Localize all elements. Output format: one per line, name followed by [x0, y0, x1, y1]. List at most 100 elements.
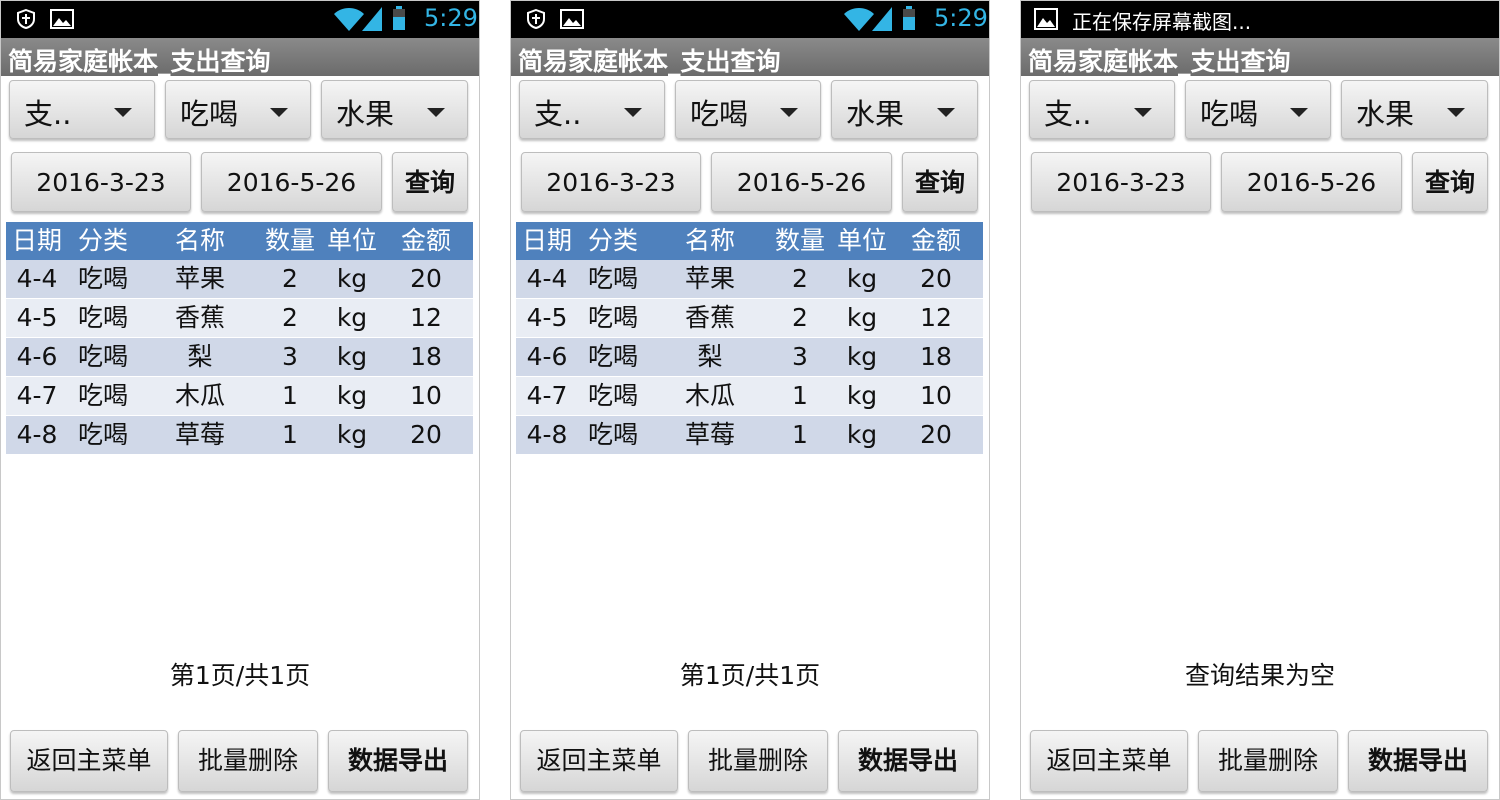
- export-label: 数据导出: [1367, 746, 1468, 775]
- dropdown-arrow-icon: [780, 108, 798, 117]
- table-row[interactable]: 4-7 吃喝 木瓜 1 kg 10: [6, 377, 473, 415]
- start-date-label: 2016-3-23: [36, 168, 166, 197]
- cell-unit: kg: [846, 381, 878, 410]
- batch-delete-button[interactable]: 批量删除: [1198, 730, 1338, 792]
- cell-amount: 12: [920, 303, 952, 332]
- start-date-button[interactable]: 2016-3-23: [521, 152, 701, 212]
- type-spinner-value: 支..: [24, 97, 72, 131]
- item-spinner-value: 水果: [846, 97, 905, 131]
- image-icon: [50, 9, 74, 29]
- table-row[interactable]: 4-4 吃喝 苹果 2 kg 20: [6, 260, 473, 298]
- start-date-button[interactable]: 2016-3-23: [11, 152, 191, 212]
- dropdown-arrow-icon: [624, 108, 642, 117]
- table-row[interactable]: 4-7 吃喝 木瓜 1 kg 10: [516, 377, 983, 415]
- cell-quantity: 1: [792, 381, 808, 410]
- end-date-label: 2016-5-26: [226, 168, 357, 197]
- item-spinner[interactable]: 水果: [321, 80, 468, 139]
- export-button[interactable]: 数据导出: [328, 730, 468, 792]
- cell-quantity: 2: [282, 264, 298, 293]
- end-date-button[interactable]: 2016-5-26: [201, 152, 382, 212]
- back-to-menu-label: 返回主菜单: [1046, 746, 1172, 775]
- header-name: 名称: [174, 226, 225, 255]
- header-name: 名称: [684, 226, 735, 255]
- status-bar: 5:29: [510, 0, 990, 38]
- page-info: 第1页/共1页: [169, 661, 311, 690]
- page-info: 第1页/共1页: [679, 661, 821, 690]
- cell-unit: kg: [846, 420, 878, 449]
- cell-name: 梨: [697, 342, 723, 371]
- query-button[interactable]: 查询: [902, 152, 978, 212]
- back-to-menu-button[interactable]: 返回主菜单: [520, 730, 678, 792]
- table-row[interactable]: 4-6 吃喝 梨 3 kg 18: [516, 338, 983, 376]
- table-row[interactable]: 4-4 吃喝 苹果 2 kg 20: [516, 260, 983, 298]
- table-row[interactable]: 4-5 吃喝 香蕉 2 kg 12: [6, 299, 473, 337]
- category-spinner-value: 吃喝: [690, 97, 749, 131]
- table-row[interactable]: 4-5 吃喝 香蕉 2 kg 12: [516, 299, 983, 337]
- type-spinner[interactable]: 支..: [519, 80, 665, 139]
- batch-delete-label: 批量删除: [707, 746, 808, 775]
- cell-name: 苹果: [174, 264, 225, 293]
- batch-delete-button[interactable]: 批量删除: [178, 730, 318, 792]
- cell-name: 草莓: [174, 420, 225, 449]
- category-spinner[interactable]: 吃喝: [1185, 80, 1331, 139]
- end-date-button[interactable]: 2016-5-26: [711, 152, 892, 212]
- cell-amount: 20: [410, 264, 442, 293]
- cell-category: 吃喝: [587, 381, 638, 410]
- cell-name: 草莓: [684, 420, 735, 449]
- end-date-label: 2016-5-26: [736, 168, 867, 197]
- cell-quantity: 1: [282, 381, 298, 410]
- cell-unit: kg: [336, 381, 368, 410]
- signal-icon: [362, 7, 382, 31]
- cell-amount: 18: [920, 342, 952, 371]
- query-label: 查询: [914, 168, 965, 197]
- table-row[interactable]: 4-6 吃喝 梨 3 kg 18: [6, 338, 473, 376]
- export-button[interactable]: 数据导出: [1348, 730, 1488, 792]
- cell-name: 木瓜: [174, 381, 225, 410]
- category-spinner-value: 吃喝: [180, 97, 239, 131]
- cell-quantity: 1: [282, 420, 298, 449]
- table-header: 日期 分类 名称 数量 单位 金额: [6, 222, 473, 260]
- title-bar: 简易家庭帐本_支出查询: [0, 38, 480, 76]
- end-date-button[interactable]: 2016-5-26: [1221, 152, 1402, 212]
- empty-result-message: 查询结果为空: [1184, 661, 1335, 690]
- dropdown-arrow-icon: [1447, 108, 1465, 117]
- start-date-button[interactable]: 2016-3-23: [1031, 152, 1211, 212]
- export-button[interactable]: 数据导出: [838, 730, 978, 792]
- back-to-menu-button[interactable]: 返回主菜单: [1030, 730, 1188, 792]
- cell-category: 吃喝: [77, 381, 128, 410]
- category-spinner[interactable]: 吃喝: [165, 80, 311, 139]
- dropdown-arrow-icon: [937, 108, 955, 117]
- cell-category: 吃喝: [587, 264, 638, 293]
- cell-date: 4-8: [526, 420, 568, 449]
- cell-date: 4-6: [526, 342, 568, 371]
- clock: 5:29: [424, 4, 478, 32]
- back-to-menu-button[interactable]: 返回主菜单: [10, 730, 168, 792]
- screenshot-saving-notice: 正在保存屏幕截图...: [1072, 10, 1252, 34]
- cell-category: 吃喝: [77, 303, 128, 332]
- query-button[interactable]: 查询: [392, 152, 468, 212]
- type-spinner[interactable]: 支..: [9, 80, 155, 139]
- item-spinner[interactable]: 水果: [1341, 80, 1488, 139]
- cell-date: 4-4: [16, 264, 58, 293]
- category-spinner[interactable]: 吃喝: [675, 80, 821, 139]
- cell-category: 吃喝: [587, 420, 638, 449]
- cell-date: 4-5: [16, 303, 58, 332]
- header-amount: 金额: [910, 226, 961, 255]
- cell-name: 香蕉: [174, 303, 225, 332]
- clock: 5:29: [934, 4, 988, 32]
- table-row[interactable]: 4-8 吃喝 草莓 1 kg 20: [6, 416, 473, 454]
- table-row[interactable]: 4-8 吃喝 草莓 1 kg 20: [516, 416, 983, 454]
- type-spinner[interactable]: 支..: [1029, 80, 1175, 139]
- cell-name: 苹果: [684, 264, 735, 293]
- batch-delete-button[interactable]: 批量删除: [688, 730, 828, 792]
- cell-date: 4-7: [526, 381, 568, 410]
- cell-date: 4-7: [16, 381, 58, 410]
- query-button[interactable]: 查询: [1412, 152, 1488, 212]
- cell-quantity: 3: [792, 342, 808, 371]
- item-spinner[interactable]: 水果: [831, 80, 978, 139]
- cell-amount: 18: [410, 342, 442, 371]
- end-date-label: 2016-5-26: [1246, 168, 1377, 197]
- screen-2: 5:29 简易家庭帐本_支出查询 支.. 吃喝 水果 2016-3-23 201…: [510, 0, 990, 800]
- dropdown-arrow-icon: [1290, 108, 1308, 117]
- cell-unit: kg: [846, 264, 878, 293]
